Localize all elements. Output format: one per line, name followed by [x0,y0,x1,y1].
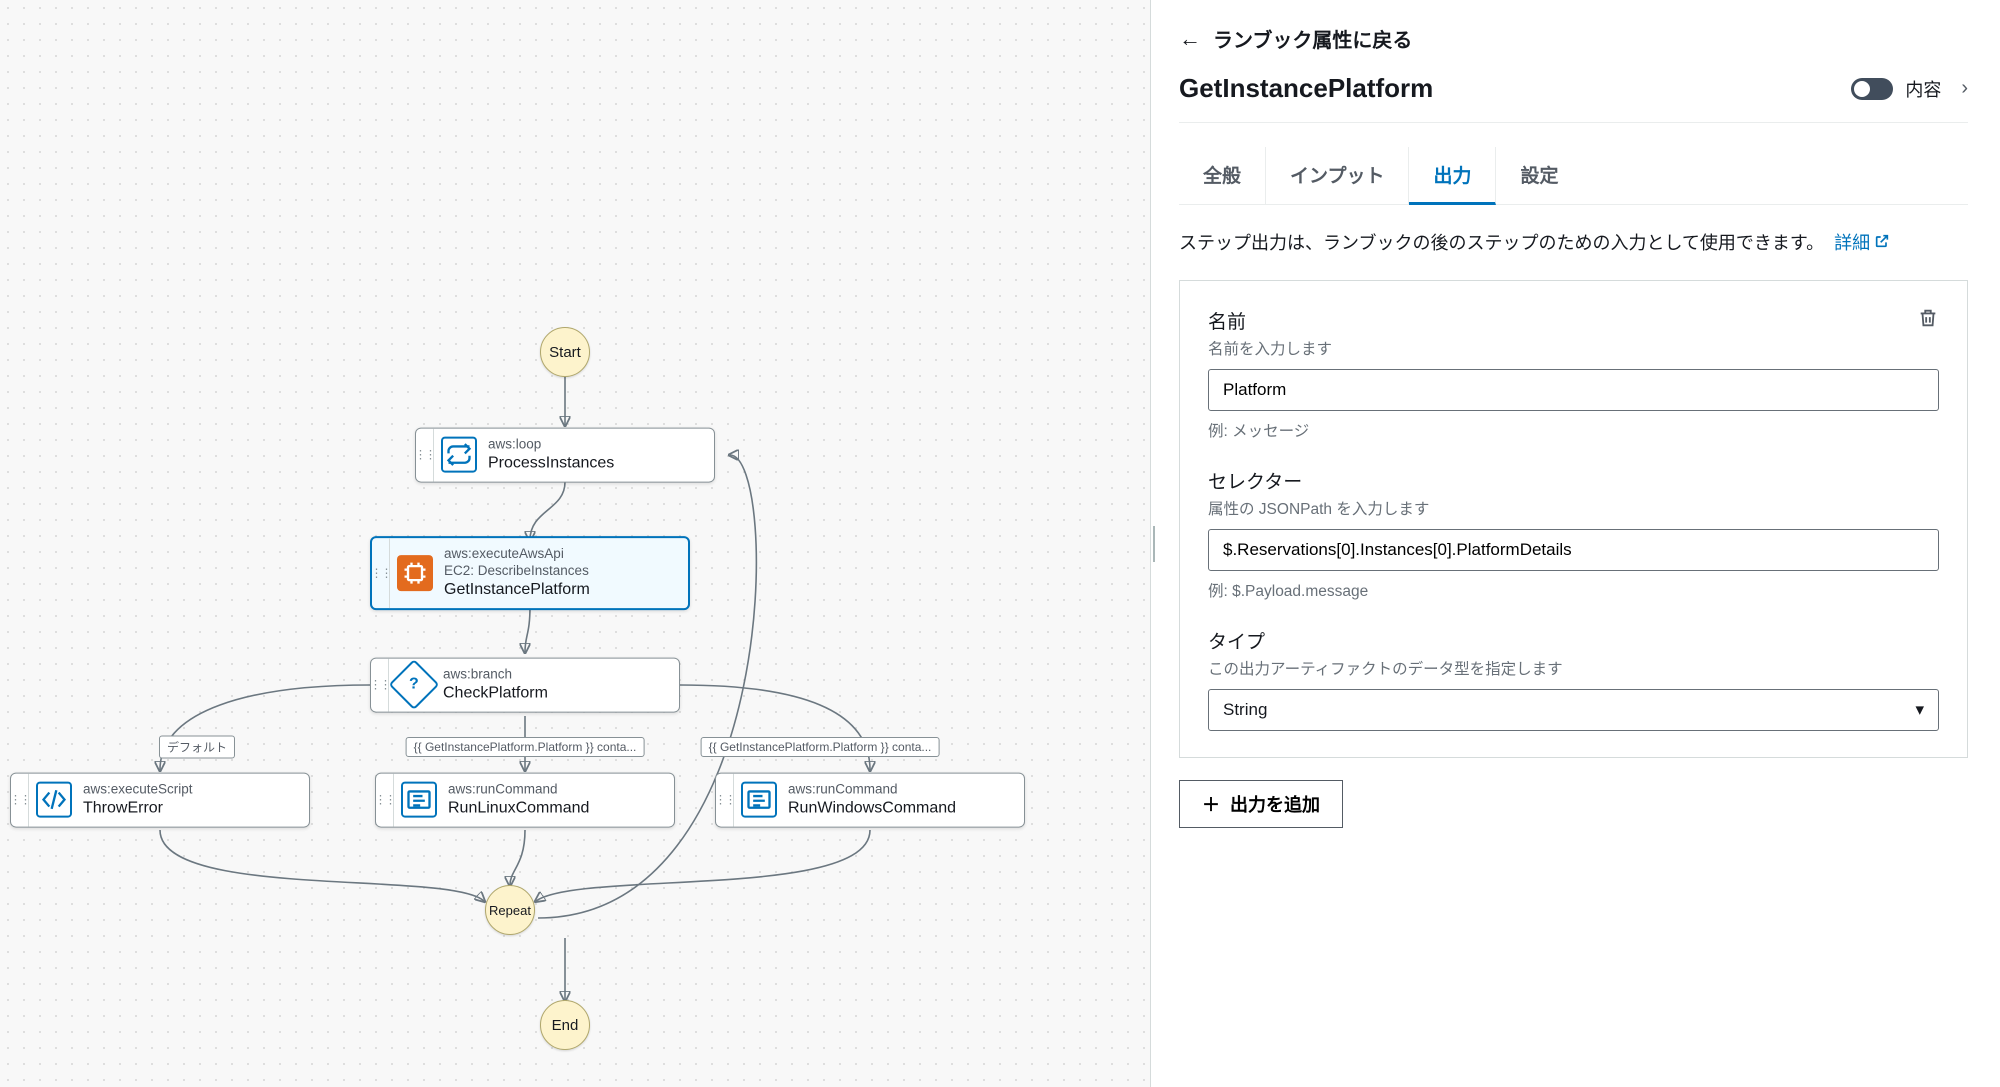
node-action: aws:runCommand [788,782,956,799]
edge-label-windows: {{ GetInstancePlatform.Platform }} conta… [701,737,940,757]
drag-handle[interactable] [371,659,389,712]
node-name: RunWindowsCommand [788,798,956,818]
tab-outputs[interactable]: 出力 [1409,147,1496,205]
back-arrow-icon: ← [1179,26,1201,52]
tab-settings[interactable]: 設定 [1496,147,1582,204]
node-get-instance-platform[interactable]: aws:executeAwsApi EC2: DescribeInstances… [370,536,690,610]
node-subtitle: EC2: DescribeInstances [444,563,590,580]
learn-more-link[interactable]: 詳細 [1834,233,1890,253]
drag-handle[interactable] [716,774,734,827]
node-name: CheckPlatform [443,683,548,703]
drag-handle[interactable] [416,429,434,482]
output-form: 名前 名前を入力します 例: メッセージ セレクター 属性の JSONPath … [1179,280,1968,758]
node-name: ThrowError [83,798,193,818]
tab-inputs[interactable]: インプット [1266,147,1409,204]
node-run-windows[interactable]: aws:runCommand RunWindowsCommand [715,773,1025,828]
drag-handle[interactable] [376,774,394,827]
node-action: aws:executeAwsApi [444,546,590,563]
type-help: この出力アーティファクトのデータ型を指定します [1208,657,1939,679]
node-name: ProcessInstances [488,453,614,473]
back-label: ランブック属性に戻る [1213,24,1412,53]
start-node[interactable]: Start [540,327,590,377]
resize-handle[interactable] [1150,526,1152,562]
properties-panel: ← ランブック属性に戻る GetInstancePlatform 内容 › 全般… [1150,0,2000,1087]
branch-icon: ? [389,659,439,712]
node-action: aws:branch [443,667,548,684]
run-command-icon [394,774,444,827]
end-label: End [552,1017,579,1034]
drag-handle[interactable] [11,774,29,827]
selector-help: 属性の JSONPath を入力します [1208,497,1939,519]
repeat-node[interactable]: Repeat [485,885,535,935]
type-label: タイプ [1208,627,1939,654]
caret-down-icon: ▾ [1915,700,1924,720]
workflow-canvas[interactable]: Start aws:loop ProcessInstances a [0,0,1150,1087]
selector-label: セレクター [1208,467,1939,494]
drag-handle[interactable] [372,538,390,608]
edge-label-linux: {{ GetInstancePlatform.Platform }} conta… [406,737,645,757]
intro-text: ステップ出力は、ランブックの後のステップのための入力として使用できます。 詳細 [1179,229,1968,258]
add-output-label: 出力を追加 [1230,791,1320,817]
node-name: GetInstancePlatform [444,580,590,600]
toggle-label: 内容 [1905,76,1941,102]
delete-output-button[interactable] [1917,307,1939,332]
node-action: aws:loop [488,437,614,454]
name-label: 名前 [1208,307,1332,334]
add-output-button[interactable]: ＋ 出力を追加 [1179,780,1343,828]
panel-title: GetInstancePlatform [1179,73,1433,104]
node-check-platform[interactable]: ? aws:branch CheckPlatform [370,658,680,713]
type-value: String [1223,700,1267,720]
selector-hint: 例: $.Payload.message [1208,579,1939,601]
script-icon [29,774,79,827]
end-node[interactable]: End [540,1000,590,1050]
external-link-icon [1874,229,1890,258]
node-name: RunLinuxCommand [448,798,589,818]
tabs: 全般 インプット 出力 設定 [1179,147,1968,205]
node-throw-error[interactable]: aws:executeScript ThrowError [10,773,310,828]
name-help: 名前を入力します [1208,337,1332,359]
node-process-instances[interactable]: aws:loop ProcessInstances [415,428,715,483]
loop-icon [434,429,484,482]
start-label: Start [549,344,581,361]
node-action: aws:executeScript [83,782,193,799]
plus-icon: ＋ [1202,791,1220,817]
type-select[interactable]: String ▾ [1208,689,1939,731]
chevron-right-icon[interactable]: › [1961,77,1968,100]
back-link[interactable]: ← ランブック属性に戻る [1179,24,1968,53]
edge-label-default: デフォルト [159,736,235,759]
run-command-icon [734,774,784,827]
name-input[interactable] [1208,369,1939,411]
repeat-label: Repeat [489,903,531,918]
node-run-linux[interactable]: aws:runCommand RunLinuxCommand [375,773,675,828]
api-icon [390,538,440,608]
name-hint: 例: メッセージ [1208,419,1939,441]
content-toggle[interactable] [1851,78,1893,100]
node-action: aws:runCommand [448,782,589,799]
tab-general[interactable]: 全般 [1179,147,1266,204]
selector-input[interactable] [1208,529,1939,571]
